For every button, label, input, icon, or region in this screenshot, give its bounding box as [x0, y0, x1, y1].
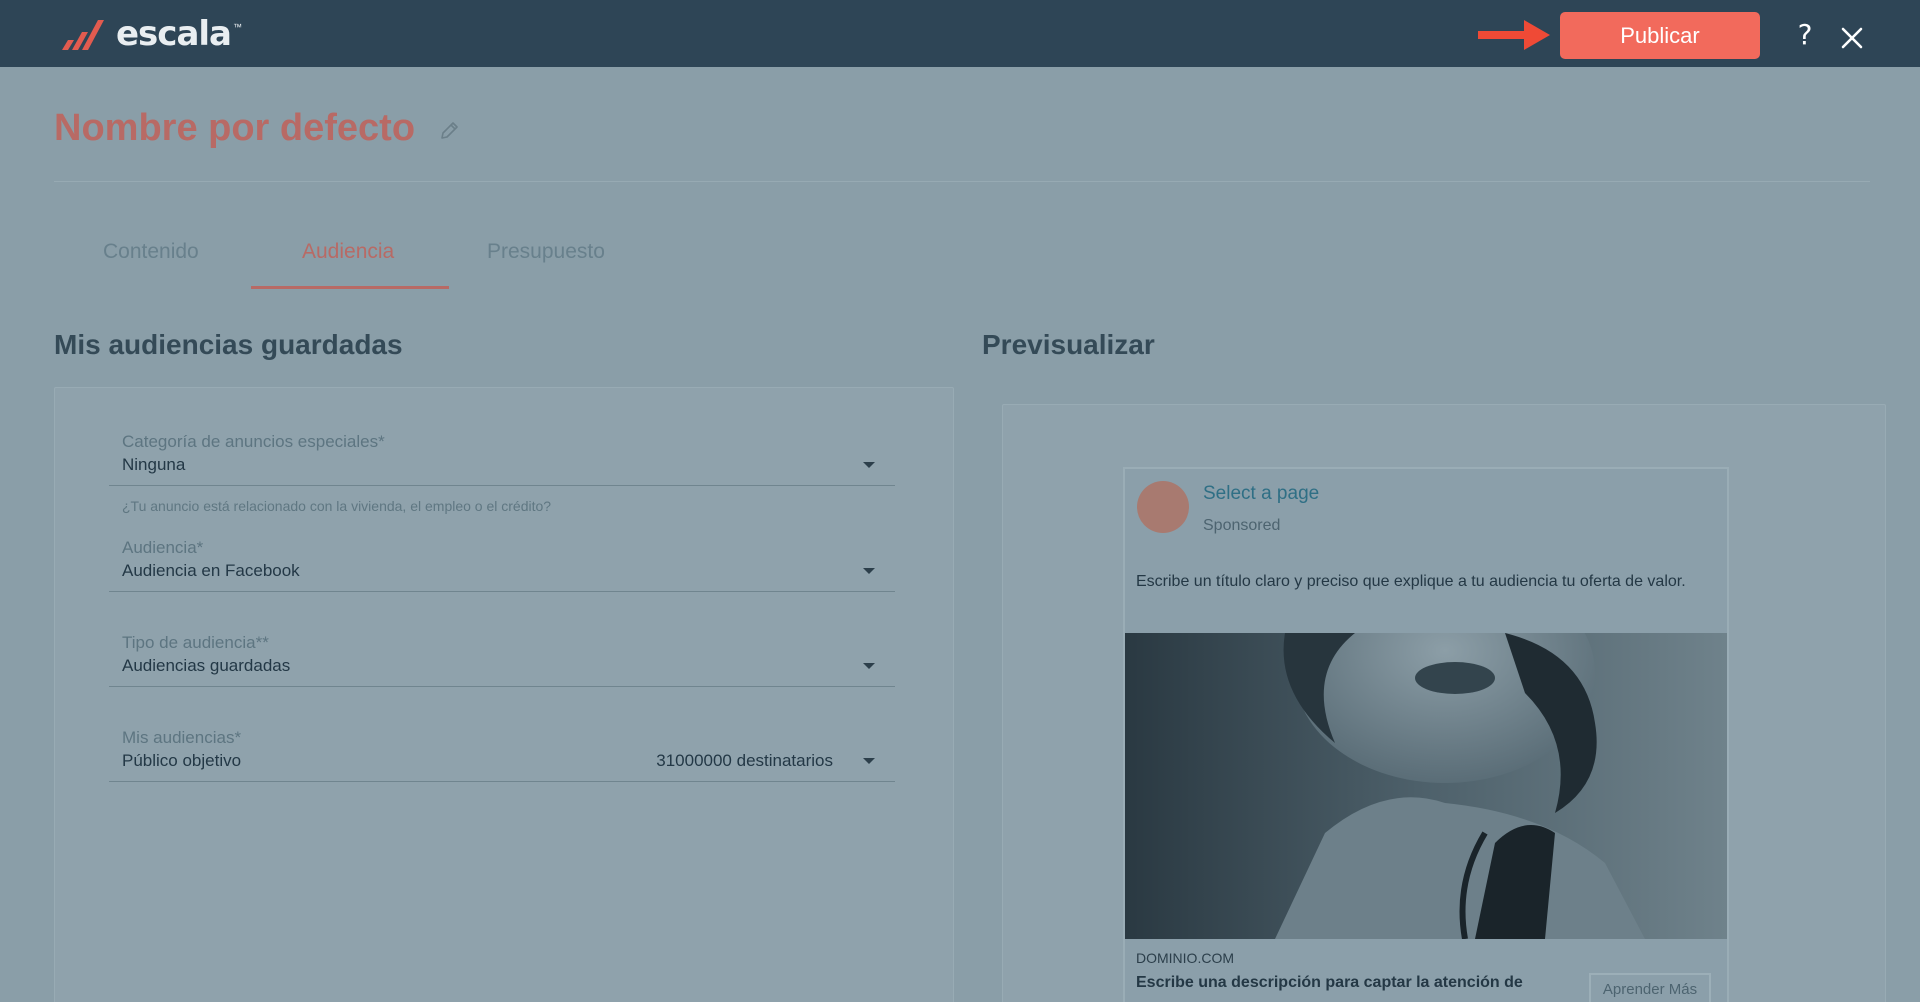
active-tab-indicator — [251, 286, 449, 289]
field-value: Audiencias guardadas — [122, 656, 291, 675]
audience-form-card: Categoría de anuncios especiales* Ningun… — [54, 387, 954, 1002]
tab-audiencia[interactable]: Audiencia — [302, 240, 394, 264]
sponsored-label: Sponsored — [1203, 517, 1281, 534]
ad-headline: Escribe un título claro y preciso que ex… — [1136, 573, 1686, 590]
special-ad-category-select[interactable]: Categoría de anuncios especiales* Ningun… — [109, 432, 895, 486]
field-value: Público objetivo — [122, 751, 242, 770]
title-divider — [54, 181, 1870, 182]
publish-button[interactable]: Publicar — [1560, 12, 1760, 59]
caret-down-icon — [863, 568, 875, 574]
helper-text: ¿Tu anuncio está relacionado con la vivi… — [122, 498, 552, 514]
woman-portrait-image — [1125, 633, 1727, 939]
learn-more-button[interactable]: Aprender Más — [1589, 973, 1711, 1002]
preview-card: Select a page Sponsored Escribe un títul… — [1002, 404, 1886, 1002]
close-icon[interactable] — [1838, 24, 1866, 52]
audience-type-select[interactable]: Tipo de audiencia** Audiencias guardadas — [109, 633, 895, 687]
select-page-link[interactable]: Select a page — [1203, 483, 1319, 505]
field-label: Mis audiencias* — [122, 728, 242, 747]
pencil-edit-icon[interactable] — [438, 120, 460, 142]
caret-down-icon — [863, 758, 875, 764]
audience-select[interactable]: Audiencia* Audiencia en Facebook — [109, 538, 895, 592]
ad-domain: DOMINIO.COM — [1136, 950, 1234, 966]
logo-trademark: ™ — [233, 22, 242, 32]
page-title: Nombre por defecto — [54, 107, 416, 149]
help-icon[interactable]: ? — [1790, 18, 1820, 52]
ad-description: Escribe una descripción para captar la a… — [1136, 974, 1523, 991]
field-value: Ninguna — [122, 455, 186, 474]
arrow-right-icon — [1478, 20, 1550, 50]
main-content: Nombre por defecto Contenido Audiencia P… — [0, 67, 1920, 1002]
preview-title: Previsualizar — [982, 329, 1155, 360]
tab-contenido[interactable]: Contenido — [103, 240, 199, 264]
top-bar: escala ™ Publicar ? — [0, 0, 1920, 67]
caret-down-icon — [863, 663, 875, 669]
logo-text: escala — [116, 14, 232, 54]
escala-logo[interactable]: escala ™ — [60, 14, 242, 54]
logo-mark-icon — [62, 20, 104, 50]
field-value: Audiencia en Facebook — [122, 561, 300, 580]
field-label: Tipo de audiencia** — [122, 633, 269, 652]
ad-image — [1125, 633, 1727, 939]
ad-preview: Select a page Sponsored Escribe un títul… — [1123, 467, 1729, 1002]
field-label: Categoría de anuncios especiales* — [122, 432, 385, 451]
my-audiences-select[interactable]: Mis audiencias* Público objetivo 3100000… — [109, 728, 895, 782]
recipients-count: 31000000 destinatarios — [656, 751, 833, 770]
tab-presupuesto[interactable]: Presupuesto — [487, 240, 605, 264]
saved-audiences-title: Mis audiencias guardadas — [54, 329, 403, 360]
avatar — [1137, 481, 1189, 533]
field-label: Audiencia* — [122, 538, 204, 557]
caret-down-icon — [863, 462, 875, 468]
